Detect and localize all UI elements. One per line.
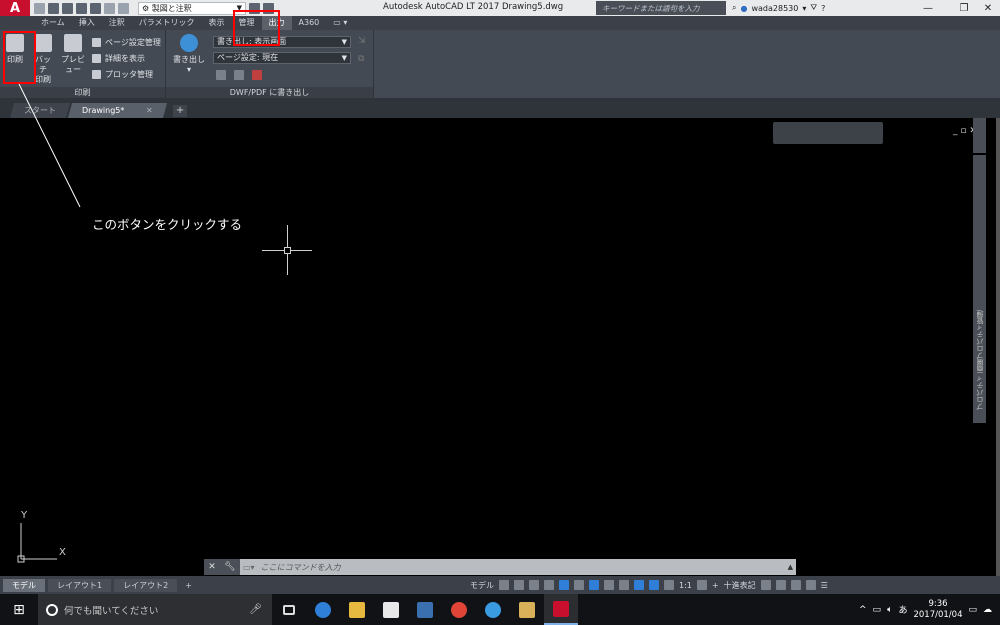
add-layout-button[interactable]: + — [180, 579, 197, 592]
media-player-icon[interactable] — [408, 594, 442, 625]
weather-icon[interactable]: ☁ — [983, 605, 992, 615]
layout-tab-2[interactable]: レイアウト2 — [114, 578, 178, 592]
command-line[interactable]: ✕ 🔧︎ ▭▾ ここにコマンドを入力 ▲ — [204, 559, 796, 575]
cortana-search-box[interactable]: 何でも聞いてください 🎤︎ — [38, 594, 272, 625]
paint-icon[interactable] — [510, 594, 544, 625]
hardware-acceleration-icon[interactable] — [790, 580, 801, 590]
quick-properties-icon[interactable] — [760, 580, 771, 590]
clock[interactable]: 9:36 2017/01/04 — [913, 599, 962, 621]
clean-screen-icon[interactable] — [805, 580, 816, 590]
layout-tab-model[interactable]: モデル — [3, 578, 45, 592]
chevron-up-icon[interactable]: ▲ — [788, 563, 793, 571]
clock-time: 9:36 — [928, 598, 948, 609]
internet-explorer-icon[interactable] — [476, 594, 510, 625]
volume-icon[interactable]: 🔈︎ — [887, 605, 892, 615]
chrome-icon[interactable] — [442, 594, 476, 625]
customize-menu-icon[interactable]: ☰ — [821, 581, 828, 590]
transparency-icon[interactable] — [619, 580, 629, 590]
annotation-scale-value[interactable]: 1:1 — [679, 581, 692, 590]
edge-browser-icon[interactable] — [306, 594, 340, 625]
ortho-icon[interactable] — [529, 580, 539, 590]
model-space-button[interactable]: モデル — [470, 580, 494, 591]
windows-taskbar: ⊞ 何でも聞いてください 🎤︎ ^ ▭ 🔈︎ あ 9:36 2017/01/04… — [0, 594, 1000, 625]
tray-chevron-up-icon[interactable]: ^ — [859, 605, 867, 615]
command-line-controls: ✕ 🔧︎ — [204, 559, 240, 575]
command-input[interactable]: ここにコマンドを入力 — [255, 562, 341, 573]
units-button[interactable]: 十進表記 — [724, 580, 756, 591]
close-icon[interactable]: ✕ — [208, 562, 216, 572]
cortana-search-placeholder: 何でも聞いてください — [64, 605, 159, 617]
task-view-icon[interactable] — [272, 594, 306, 625]
annotation-pointer-line — [18, 83, 81, 208]
autocad-window: A ⚙ 製図と注釈 ▼ Autodesk AutoCAD LT 2017 Dra… — [0, 0, 1000, 625]
grid-icon[interactable] — [499, 580, 509, 590]
annotation-visibility-icon[interactable] — [634, 580, 644, 590]
polar-icon[interactable] — [544, 580, 554, 590]
auto-scale-icon[interactable] — [649, 580, 659, 590]
layout-tab-1[interactable]: レイアウト1 — [48, 578, 112, 592]
wrench-icon[interactable]: 🔧︎ — [224, 562, 235, 572]
ucs-icon — [17, 523, 57, 563]
ucs-y-label: Y — [21, 510, 28, 521]
snap-icon[interactable] — [514, 580, 524, 590]
isolate-objects-icon[interactable] — [775, 580, 786, 590]
action-center-icon[interactable]: ▭ — [968, 605, 977, 615]
microphone-icon[interactable]: 🎤︎ — [249, 604, 262, 615]
object-snap-icon[interactable] — [589, 580, 599, 590]
annotation-scale-icon[interactable] — [664, 580, 674, 590]
workspace-gear-icon[interactable] — [696, 580, 707, 590]
plus-icon[interactable]: + — [712, 581, 719, 590]
object-snap-tracking-icon[interactable] — [574, 580, 584, 590]
file-explorer-icon[interactable] — [340, 594, 374, 625]
store-icon[interactable] — [374, 594, 408, 625]
windows-start-icon[interactable]: ⊞ — [0, 594, 38, 625]
ime-indicator[interactable]: あ — [898, 603, 907, 616]
status-bar: モデル レイアウト1 レイアウト2 + モデル 1:1 + 十進表記 ☰ — [0, 576, 1000, 594]
cortana-icon — [46, 603, 58, 616]
autocad-taskbar-icon[interactable] — [544, 594, 578, 625]
command-history-icon[interactable]: ▭▾ — [240, 563, 255, 572]
network-icon[interactable]: ▭ — [873, 605, 882, 615]
system-tray: ^ ▭ 🔈︎ あ 9:36 2017/01/04 ▭ ☁ — [859, 594, 1000, 625]
status-toggles: モデル 1:1 + 十進表記 ☰ — [470, 576, 828, 594]
ucs-x-label: X — [59, 547, 66, 558]
clock-date: 2017/01/04 — [913, 609, 963, 620]
isodraft-icon[interactable] — [559, 580, 569, 590]
lineweight-icon[interactable] — [604, 580, 614, 590]
